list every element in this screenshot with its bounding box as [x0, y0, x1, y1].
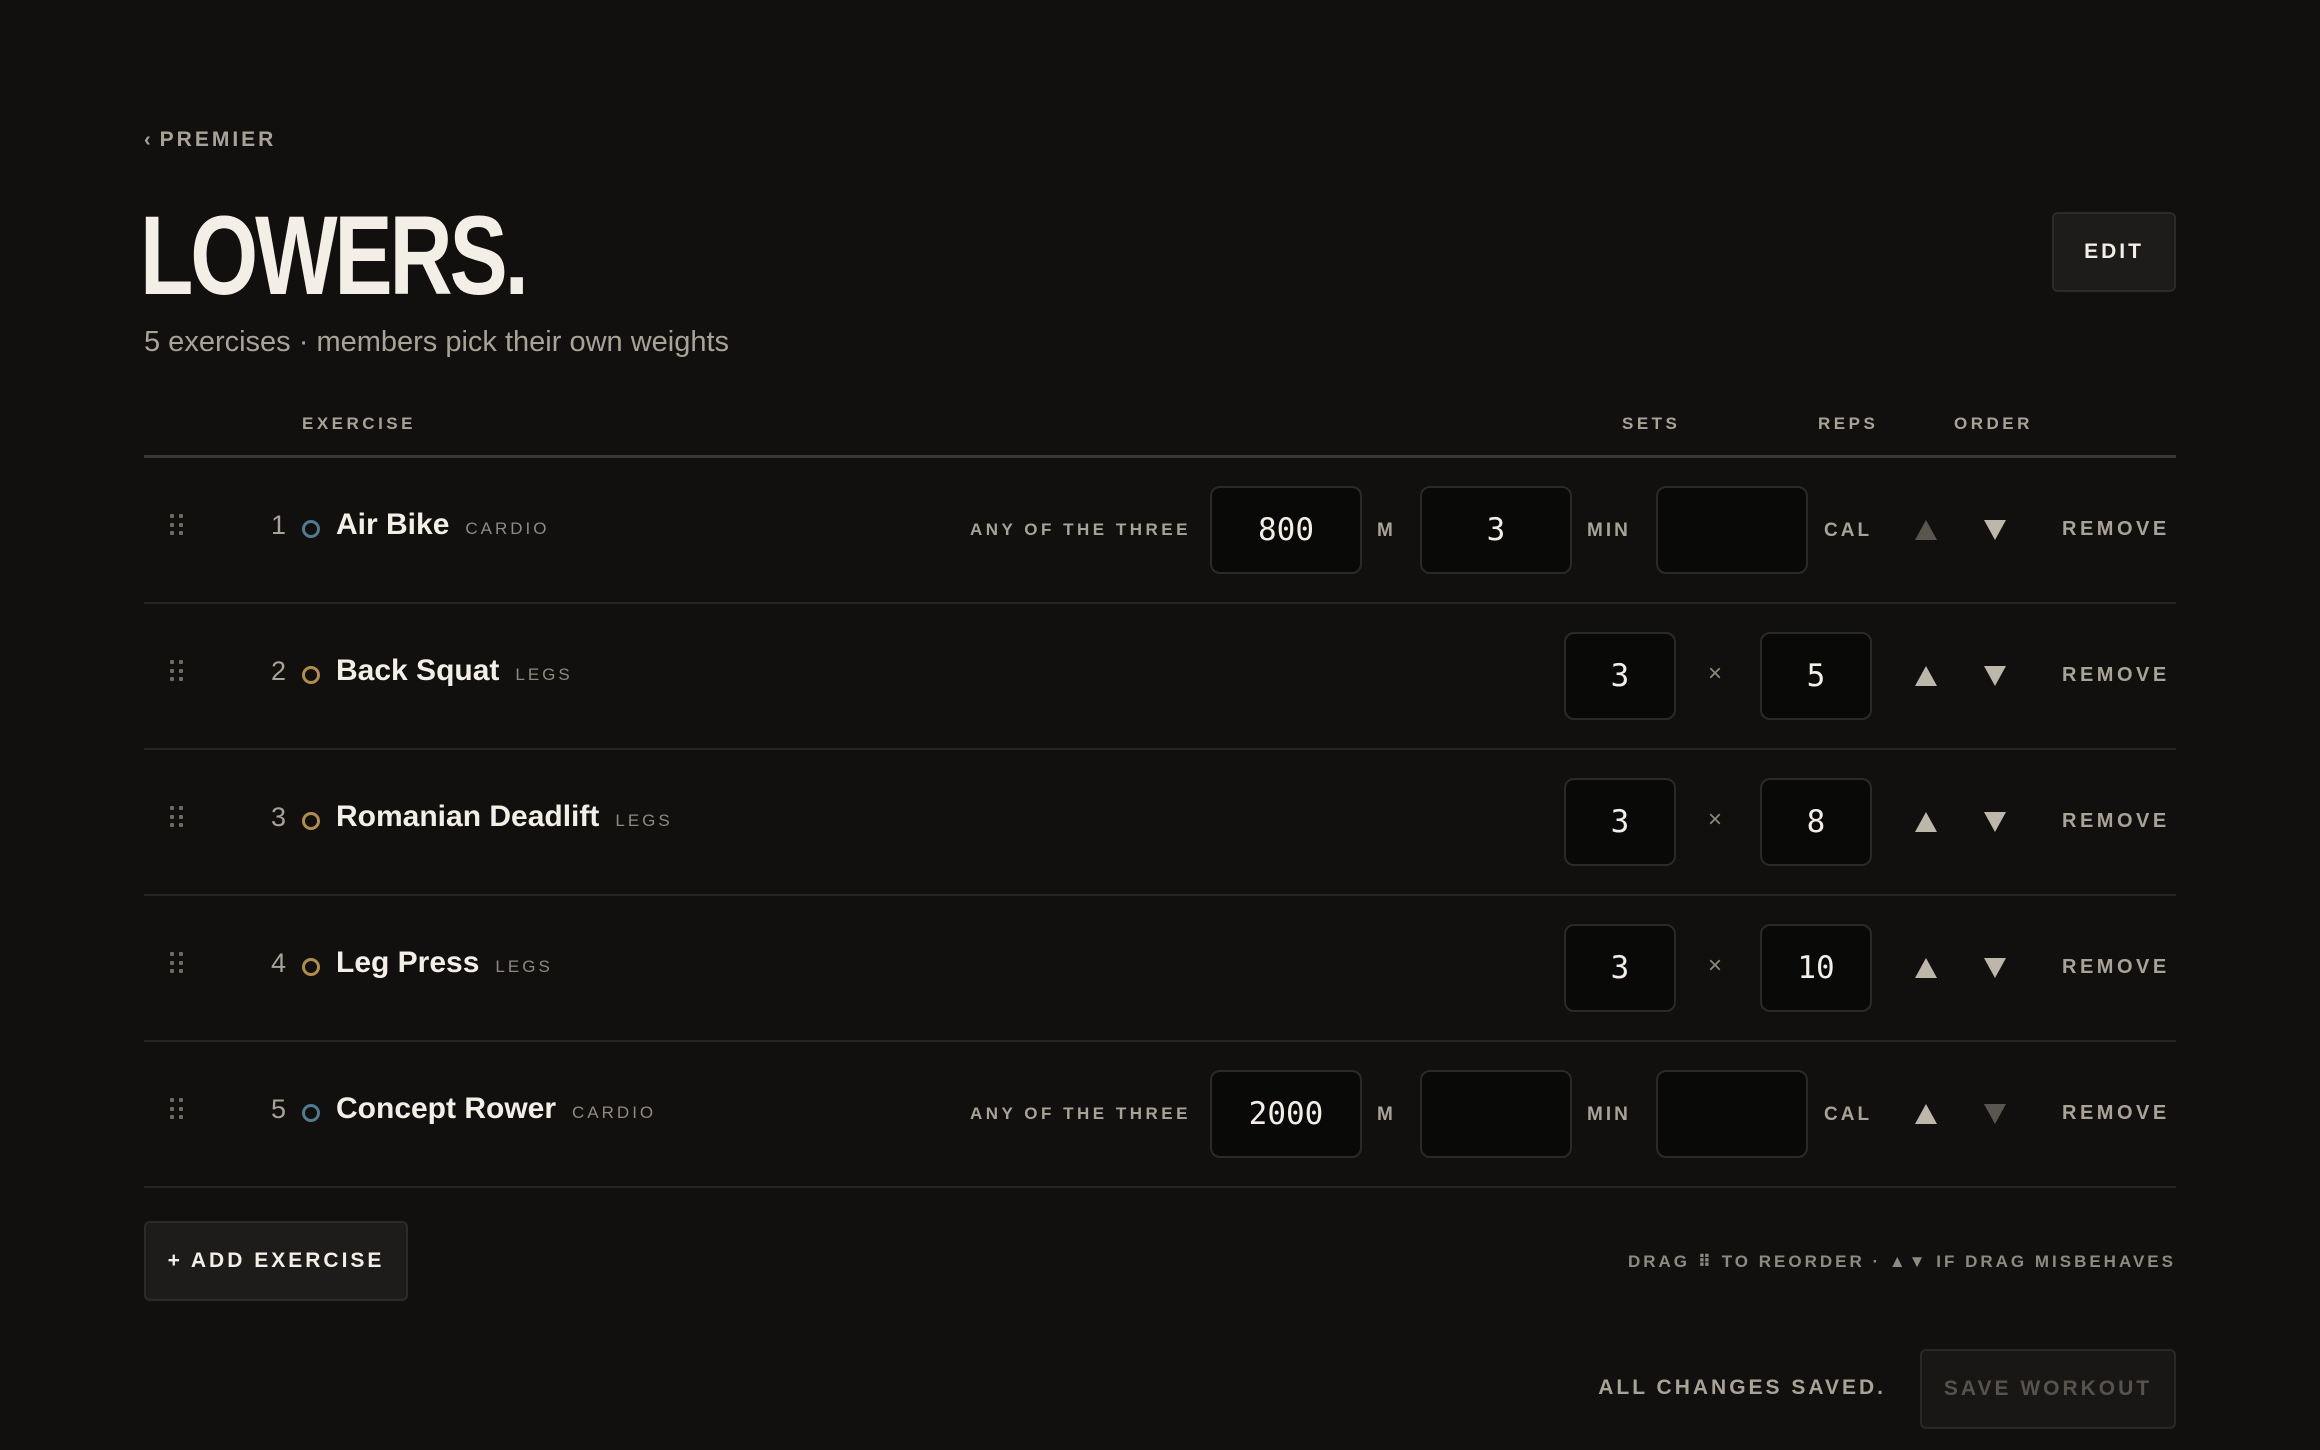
calories-input[interactable] — [1656, 486, 1808, 574]
exercise-type-dot-icon — [302, 1104, 320, 1122]
exercise-row: 1 Air Bike CARDIO ANY OF THE THREE 800 M 3 MIN C… — [144, 458, 2176, 604]
move-up-icon[interactable] — [1915, 812, 1937, 832]
exercise-name-group: Concept Rower CARDIO — [336, 1092, 656, 1126]
exercise-type-dot-icon — [302, 666, 320, 684]
exercise-type-dot-icon — [302, 958, 320, 976]
drag-handle-icon[interactable] — [170, 514, 184, 536]
page-title: LOWERS. — [140, 193, 529, 318]
drag-handle-icon[interactable] — [170, 806, 184, 828]
sets-input[interactable]: 3 — [1564, 924, 1676, 1012]
move-down-icon[interactable] — [1984, 812, 2006, 832]
calories-unit: CAL — [1824, 1104, 1873, 1125]
row-index: 2 — [270, 656, 286, 686]
remove-button[interactable]: REMOVE — [2062, 956, 2170, 979]
row-index: 5 — [270, 1094, 286, 1124]
add-exercise-button[interactable]: + ADD EXERCISE — [144, 1221, 408, 1301]
header-exercise: EXERCISE — [302, 414, 416, 433]
reps-input[interactable]: 10 — [1760, 924, 1872, 1012]
page-subtitle: 5 exercises · members pick their own wei… — [144, 326, 730, 358]
sets-input[interactable]: 3 — [1564, 778, 1676, 866]
exercise-name: Leg Press — [336, 946, 480, 979]
move-up-icon[interactable] — [1915, 958, 1937, 978]
exercise-name: Air Bike — [336, 508, 450, 541]
exercise-type-dot-icon — [302, 812, 320, 830]
exercise-row: 3 Romanian Deadlift LEGS 3 × 8 REMOVE — [144, 750, 2176, 896]
minutes-unit: MIN — [1587, 520, 1631, 541]
remove-button[interactable]: REMOVE — [2062, 810, 2170, 833]
meters-input[interactable]: 800 — [1210, 486, 1362, 574]
breadcrumb-label: PREMIER — [159, 128, 277, 151]
reorder-hint: DRAG ⠿ TO REORDER · ▲▼ IF DRAG MISBEHAVE… — [1627, 1252, 2176, 1271]
move-up-icon — [1915, 520, 1937, 540]
exercise-list: 1 Air Bike CARDIO ANY OF THE THREE 800 M 3 MIN C… — [144, 458, 2176, 1188]
times-icon: × — [1708, 660, 1723, 687]
exercise-category: LEGS — [495, 957, 553, 976]
exercise-name-group: Leg Press LEGS — [336, 946, 553, 980]
minutes-input[interactable]: 3 — [1420, 486, 1572, 574]
workout-editor: ‹ PREMIER LOWERS. 5 exercises · members p… — [140, 0, 2176, 1450]
exercise-name-group: Back Squat LEGS — [336, 654, 573, 688]
edit-button[interactable]: EDIT — [2052, 212, 2176, 292]
meters-unit: M — [1377, 520, 1396, 541]
any-of-three-label: ANY OF THE THREE — [970, 520, 1191, 539]
calories-unit: CAL — [1824, 520, 1873, 541]
exercise-name: Concept Rower — [336, 1092, 557, 1125]
move-up-icon[interactable] — [1915, 1104, 1937, 1124]
calories-input[interactable] — [1656, 1070, 1808, 1158]
exercise-category: CARDIO — [465, 519, 550, 538]
exercise-row: 4 Leg Press LEGS 3 × 10 REMOVE — [144, 896, 2176, 1042]
save-workout-button[interactable]: SAVE WORKOUT — [1920, 1349, 2176, 1429]
reps-input[interactable]: 8 — [1760, 778, 1872, 866]
drag-handle-icon[interactable] — [170, 1098, 184, 1120]
move-down-icon[interactable] — [1984, 666, 2006, 686]
any-of-three-label: ANY OF THE THREE — [970, 1104, 1191, 1123]
header-order: ORDER — [1954, 414, 2033, 433]
exercise-name: Romanian Deadlift — [336, 800, 600, 833]
exercise-row: 5 Concept Rower CARDIO ANY OF THE THREE 2000… — [144, 1042, 2176, 1188]
sets-input[interactable]: 3 — [1564, 632, 1676, 720]
chevron-left-icon: ‹ — [144, 129, 154, 151]
row-index: 3 — [270, 802, 286, 832]
reps-input[interactable]: 5 — [1760, 632, 1872, 720]
row-index: 4 — [270, 948, 286, 978]
move-down-icon[interactable] — [1984, 520, 2006, 540]
times-icon: × — [1708, 806, 1723, 833]
drag-handle-icon[interactable] — [170, 660, 184, 682]
table-header: EXERCISE SETS REPS ORDER — [144, 410, 2176, 458]
remove-button[interactable]: REMOVE — [2062, 664, 2170, 687]
drag-handle-icon[interactable] — [170, 952, 184, 974]
minutes-unit: MIN — [1587, 1104, 1631, 1125]
header-sets: SETS — [1622, 414, 1681, 433]
remove-button[interactable]: REMOVE — [2062, 518, 2170, 541]
minutes-input[interactable] — [1420, 1070, 1572, 1158]
breadcrumb-back-link[interactable]: ‹ PREMIER — [144, 128, 276, 152]
meters-input[interactable]: 2000 — [1210, 1070, 1362, 1158]
header-reps: REPS — [1818, 414, 1879, 433]
exercise-category: LEGS — [515, 665, 573, 684]
meters-unit: M — [1377, 1104, 1396, 1125]
move-down-icon[interactable] — [1984, 958, 2006, 978]
move-down-icon — [1984, 1104, 2006, 1124]
exercise-row: 2 Back Squat LEGS 3 × 5 REMOVE — [144, 604, 2176, 750]
exercise-name: Back Squat — [336, 654, 500, 687]
exercise-name-group: Romanian Deadlift LEGS — [336, 800, 673, 834]
exercise-name-group: Air Bike CARDIO — [336, 508, 550, 542]
row-index: 1 — [270, 510, 286, 540]
exercise-category: LEGS — [615, 811, 673, 830]
exercise-type-dot-icon — [302, 520, 320, 538]
move-up-icon[interactable] — [1915, 666, 1937, 686]
save-status: ALL CHANGES SAVED. — [1598, 1376, 1886, 1399]
exercise-category: CARDIO — [572, 1103, 657, 1122]
times-icon: × — [1708, 952, 1723, 979]
remove-button[interactable]: REMOVE — [2062, 1102, 2170, 1125]
